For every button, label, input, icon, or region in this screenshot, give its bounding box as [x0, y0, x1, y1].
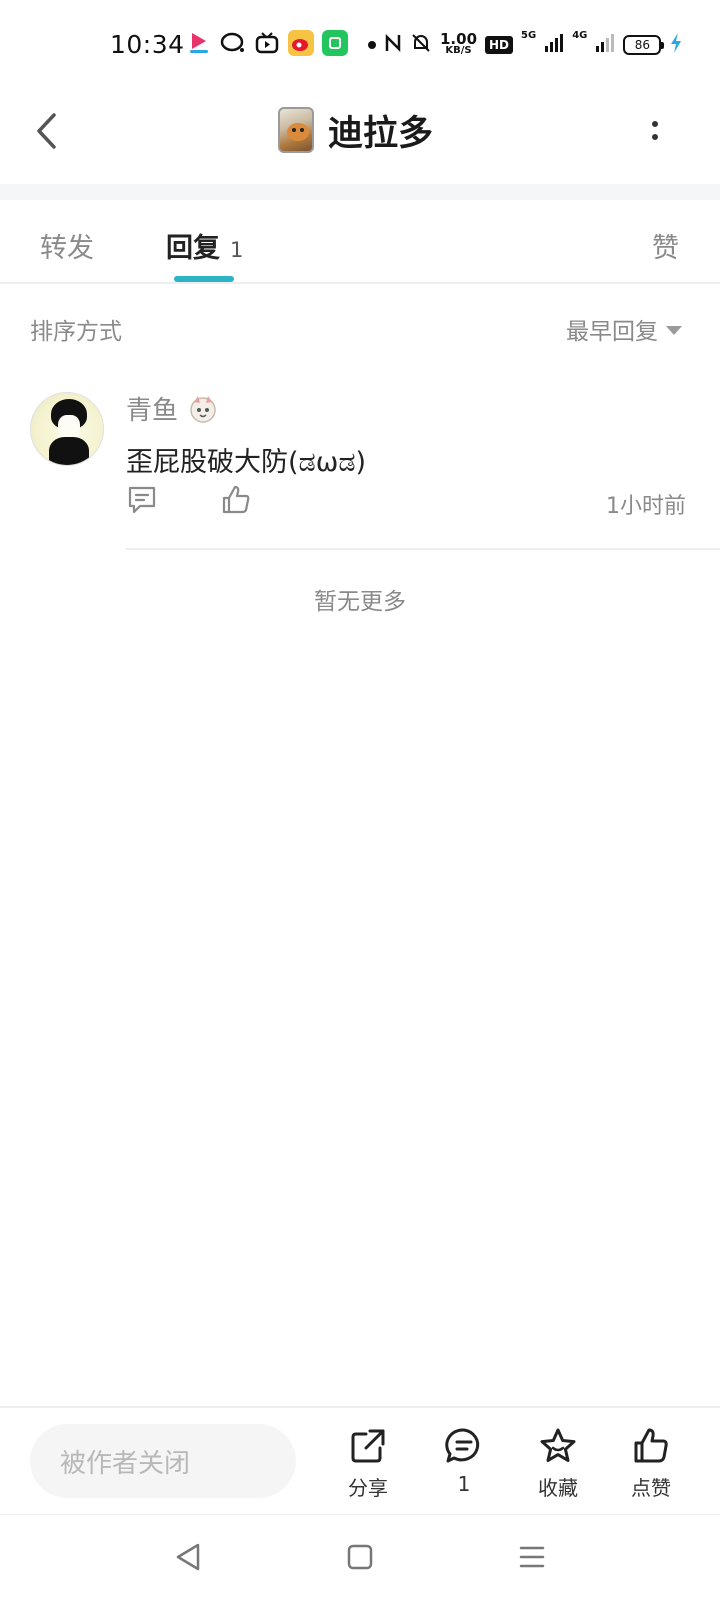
- divider: [126, 548, 720, 550]
- tab-like-label: 赞: [652, 233, 679, 264]
- header: 迪拉多: [0, 88, 720, 184]
- more-vertical-icon: [652, 120, 658, 127]
- nfc-icon: [384, 33, 402, 57]
- tab-bar: 转发 回复 1 赞: [0, 200, 720, 284]
- header-user[interactable]: 迪拉多: [278, 98, 433, 162]
- square-home-icon: [347, 1544, 373, 1570]
- tab-active-indicator: [174, 276, 234, 282]
- comment-button[interactable]: 1: [429, 1426, 499, 1496]
- comment-text: 歪屁股破大防(ಡωಡ): [126, 447, 367, 478]
- favorite-button[interactable]: 收藏: [523, 1426, 593, 1501]
- nav-home-button[interactable]: [338, 1537, 382, 1577]
- battery-indicator: 86: [623, 35, 665, 55]
- sort-selected-value: 最早回复: [566, 319, 658, 345]
- charging-icon: [669, 32, 683, 58]
- nav-recents-button[interactable]: [510, 1537, 554, 1577]
- comment-reply-button[interactable]: [126, 484, 158, 516]
- share-label: 分享: [348, 1476, 388, 1500]
- page-title: 迪拉多: [328, 113, 434, 154]
- status-indicators: 1.00 KB/S HD 5G 4G 86: [368, 28, 683, 62]
- reply-input[interactable]: 被作者关闭: [30, 1424, 296, 1498]
- hd-badge: HD: [485, 36, 514, 54]
- header-avatar: [278, 107, 314, 153]
- bottom-action-bar: 被作者关闭 分享 1 收藏 点赞: [0, 1406, 720, 1514]
- like-label: 点赞: [631, 1476, 671, 1500]
- tab-forward[interactable]: 转发: [40, 226, 94, 265]
- signal-4g-label: 4G: [572, 30, 588, 41]
- avatar-face: [58, 415, 80, 439]
- section-divider: [0, 184, 720, 200]
- tab-reply[interactable]: 回复 1: [166, 226, 243, 265]
- comment-item: 青鱼 歪屁股破大防(ಡωಡ) 1小时前: [0, 384, 720, 550]
- triangle-back-icon: [176, 1543, 200, 1571]
- video-app-icon: [186, 30, 212, 56]
- back-button[interactable]: [26, 106, 66, 156]
- status-time: 10:34: [110, 30, 185, 59]
- weibo-icon: [288, 30, 314, 56]
- qq-icon: [220, 30, 246, 56]
- avatar-body: [49, 437, 89, 465]
- thumbs-up-icon: [222, 485, 250, 514]
- signal-icon: [595, 33, 615, 57]
- comment-author-row: 青鱼: [126, 390, 220, 427]
- thumbs-up-icon: [634, 1428, 668, 1463]
- bilibili-tv-icon: [254, 30, 280, 56]
- status-app-icons: [186, 30, 348, 56]
- avatar[interactable]: [30, 392, 104, 466]
- star-icon: [540, 1428, 576, 1462]
- comment-time: 1小时前: [606, 494, 686, 519]
- nav-back-button[interactable]: [166, 1537, 210, 1577]
- comment-like-button[interactable]: [220, 484, 252, 516]
- chat-bubble-icon: [445, 1428, 480, 1463]
- green-app-icon: [322, 30, 348, 56]
- net-speed-value: 1.00: [440, 30, 478, 48]
- sort-row: 排序方式 最早回复: [0, 306, 720, 348]
- sort-label: 排序方式: [30, 319, 122, 345]
- sort-dropdown[interactable]: 最早回复: [566, 312, 682, 346]
- like-button[interactable]: 点赞: [616, 1426, 686, 1501]
- tab-like[interactable]: 赞: [652, 226, 679, 265]
- signal-icon: [544, 33, 564, 57]
- comment-author-name[interactable]: 青鱼: [126, 390, 178, 427]
- comment-icon: [128, 486, 156, 514]
- menu-lines-icon: [519, 1546, 545, 1568]
- user-badge-icon: [190, 395, 216, 423]
- favorite-label: 收藏: [538, 1476, 578, 1500]
- more-button[interactable]: [640, 108, 670, 152]
- chevron-left-icon: [37, 113, 56, 149]
- caret-down-icon: [666, 325, 682, 335]
- tab-forward-label: 转发: [40, 233, 94, 264]
- system-nav-bar: [0, 1514, 720, 1600]
- status-bar: 10:34 1.00 KB/S HD 5G 4G 86: [0, 0, 720, 88]
- net-speed-unit: KB/S: [445, 45, 472, 56]
- dot-icon: [368, 41, 376, 49]
- share-button[interactable]: 分享: [333, 1426, 403, 1501]
- no-more-text: 暂无更多: [314, 589, 406, 615]
- tab-reply-count: 1: [230, 238, 244, 262]
- mute-bell-icon: [410, 32, 432, 58]
- net-speed: 1.00 KB/S: [440, 30, 478, 57]
- more-dot: [652, 133, 658, 140]
- share-icon: [351, 1429, 385, 1463]
- signal-5g-label: 5G: [521, 30, 537, 41]
- comment-count-label: 1: [457, 1472, 471, 1496]
- tab-reply-label: 回复: [166, 233, 220, 264]
- comment-actions: 1小时前: [126, 484, 686, 520]
